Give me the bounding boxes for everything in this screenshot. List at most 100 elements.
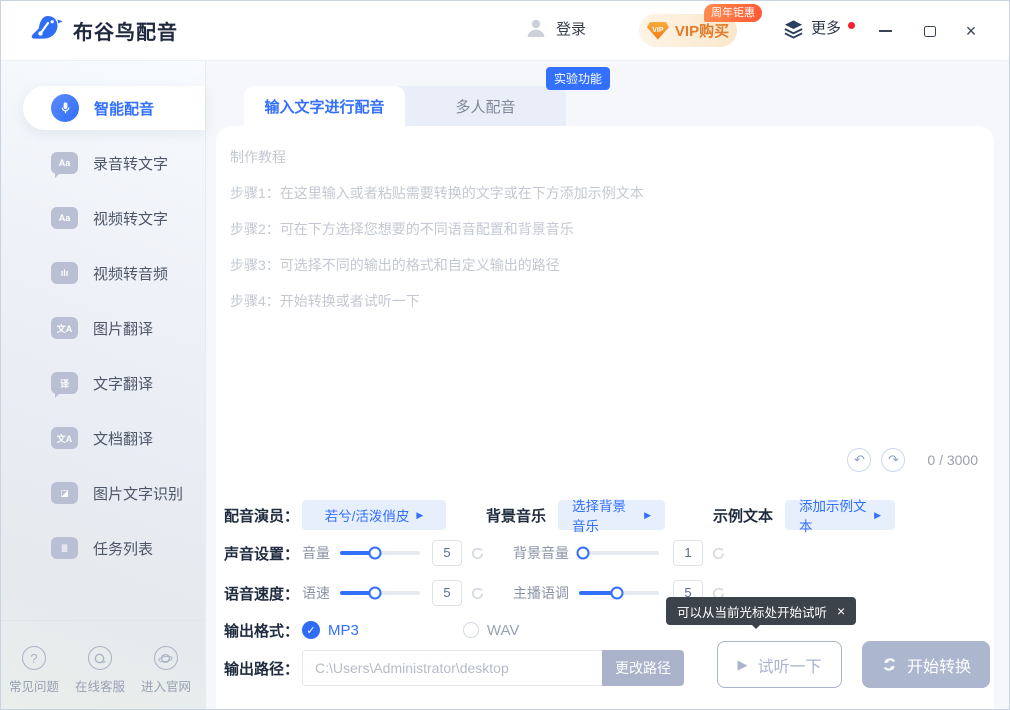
sidebar: 智能配音 Aa 录音转文字 Aa 视频转文字 ılı 视频转音频 文A 图片翻译… <box>1 61 206 709</box>
vip-gem-icon: VIP <box>647 22 669 40</box>
tab-bar: 输入文字进行配音 多人配音 <box>244 86 566 126</box>
question-icon: ? <box>22 646 46 670</box>
sidebar-item-image-translate[interactable]: 文A 图片翻译 <box>23 306 205 350</box>
video-to-audio-icon: ılı <box>51 262 78 284</box>
close-button[interactable]: × <box>959 19 983 43</box>
slider-handle[interactable] <box>369 587 382 600</box>
login-label: 登录 <box>556 18 586 39</box>
volume-label: 音量 <box>302 543 330 563</box>
slider-handle[interactable] <box>369 547 382 560</box>
tooltip-close-icon[interactable]: × <box>837 603 845 619</box>
experimental-feature-badge: 实验功能 <box>546 67 610 90</box>
faq-link[interactable]: ? 常见问题 <box>9 646 59 695</box>
output-format-row: 输出格式： ✓ MP3 WAV <box>224 620 519 640</box>
placeholder-title: 制作教程 <box>230 149 978 165</box>
customer-service-label: 在线客服 <box>75 676 125 695</box>
rate-label: 语速 <box>302 583 330 603</box>
tone-slider[interactable] <box>579 591 659 595</box>
volume-slider[interactable] <box>340 551 420 555</box>
bg-volume-slider[interactable] <box>579 551 659 555</box>
voice-actor-value: 若兮/活泼俏皮 <box>325 505 410 525</box>
bg-volume-value[interactable]: 1 <box>673 540 703 566</box>
maximize-icon <box>924 26 936 37</box>
output-path-input[interactable] <box>302 650 602 686</box>
customer-service-link[interactable]: 在线客服 <box>75 646 125 695</box>
app-title: 布谷鸟配音 <box>73 16 178 45</box>
more-menu-button[interactable]: 更多 <box>783 18 855 40</box>
volume-value[interactable]: 5 <box>432 540 462 566</box>
task-list-icon: ≣ <box>51 537 78 559</box>
login-button[interactable]: 登录 <box>525 17 586 39</box>
app-window: 布谷鸟配音 登录 VIP VIP购买 周年钜惠 更多 × <box>0 0 1010 710</box>
rate-reset-icon[interactable] <box>470 586 485 601</box>
radio-checked-icon: ✓ <box>302 621 320 639</box>
headset-icon <box>88 646 112 670</box>
sidebar-item-ocr[interactable]: ◪ 图片文字识别 <box>23 471 205 515</box>
undo-button[interactable]: ↶ <box>847 448 871 472</box>
sidebar-item-doc-translate[interactable]: 文A 文档翻译 <box>23 416 205 460</box>
bg-volume-reset-icon[interactable] <box>711 546 726 561</box>
top-bar: 布谷鸟配音 登录 VIP VIP购买 周年钜惠 更多 × <box>1 1 1009 61</box>
minimize-icon <box>879 30 892 32</box>
slider-handle[interactable] <box>577 547 590 560</box>
convert-label: 开始转换 <box>907 653 971 677</box>
format-option-mp3[interactable]: ✓ MP3 <box>302 621 359 639</box>
sidebar-item-video-to-text[interactable]: Aa 视频转文字 <box>23 196 205 240</box>
volume-reset-icon[interactable] <box>470 546 485 561</box>
sidebar-item-video-to-audio[interactable]: ılı 视频转音频 <box>23 251 205 295</box>
wav-label: WAV <box>487 622 520 639</box>
placeholder-step: 步骤2：可在下方选择您想要的不同语音配置和背景音乐 <box>230 221 978 237</box>
caret-right-icon: ▶ <box>874 510 881 521</box>
sidebar-item-label: 视频转文字 <box>93 208 168 229</box>
anniversary-badge: 周年钜惠 <box>704 4 762 22</box>
maximize-button[interactable] <box>918 19 942 43</box>
sidebar-item-label: 图片文字识别 <box>93 483 183 504</box>
faq-label: 常见问题 <box>9 676 59 695</box>
play-icon: ▶ <box>737 657 747 673</box>
preview-hint-tooltip: 可以从当前光标处开始试听 × <box>666 597 856 625</box>
preview-button[interactable]: ▶ 试听一下 <box>717 641 842 688</box>
official-site-label: 进入官网 <box>141 676 191 695</box>
change-path-button[interactable]: 更改路径 <box>602 650 684 686</box>
rate-value[interactable]: 5 <box>432 580 462 606</box>
sidebar-item-audio-to-text[interactable]: Aa 录音转文字 <box>23 141 205 185</box>
sidebar-item-smart-dubbing[interactable]: 智能配音 <box>23 86 205 130</box>
redo-icon: ↷ <box>888 452 899 468</box>
sidebar-item-text-translate[interactable]: 译 文字翻译 <box>23 361 205 405</box>
notification-dot <box>848 22 855 29</box>
sidebar-item-label: 文档翻译 <box>93 428 153 449</box>
avatar-icon <box>525 17 547 39</box>
main-area: 输入文字进行配音 多人配音 实验功能 制作教程 步骤1：在这里输入或者粘贴需要转… <box>206 61 1009 709</box>
tooltip-text: 可以从当前光标处开始试听 <box>677 602 827 621</box>
microphone-icon <box>51 94 79 122</box>
tab-text-dubbing[interactable]: 输入文字进行配音 <box>244 86 405 126</box>
tab-multi-voice[interactable]: 多人配音 <box>405 86 566 126</box>
sidebar-item-label: 任务列表 <box>93 538 153 559</box>
sound-settings-label: 声音设置： <box>224 543 302 564</box>
redo-button[interactable]: ↷ <box>881 448 905 472</box>
sidebar-item-label: 文字翻译 <box>93 373 153 394</box>
slider-handle[interactable] <box>610 587 623 600</box>
sound-settings-row: 声音设置： 音量 5 背景音量 1 <box>224 540 726 566</box>
official-site-link[interactable]: 进入官网 <box>141 646 191 695</box>
voice-actor-picker[interactable]: 若兮/活泼俏皮 ▶ <box>302 500 446 530</box>
caret-right-icon: ▶ <box>644 510 651 521</box>
output-path-label: 输出路径： <box>224 658 302 679</box>
rate-slider[interactable] <box>340 591 420 595</box>
radio-unchecked-icon <box>463 622 479 638</box>
start-convert-button[interactable]: 开始转换 <box>862 641 990 688</box>
sidebar-footer: ? 常见问题 在线客服 进入官网 <box>1 646 199 695</box>
output-format-label: 输出格式： <box>224 620 302 641</box>
convert-icon <box>881 656 898 673</box>
format-option-wav[interactable]: WAV <box>463 622 520 639</box>
sidebar-item-task-list[interactable]: ≣ 任务列表 <box>23 526 205 570</box>
mp3-label: MP3 <box>328 622 359 639</box>
bgm-picker[interactable]: 选择背景音乐 ▶ <box>558 500 665 530</box>
undo-icon: ↶ <box>854 452 865 468</box>
sample-text-picker[interactable]: 添加示例文本 ▶ <box>785 500 895 530</box>
text-input-area[interactable]: 制作教程 步骤1：在这里输入或者粘贴需要转换的文字或在下方添加示例文本 步骤2：… <box>216 126 994 476</box>
text-translate-icon: 译 <box>51 372 78 394</box>
speech-speed-row: 语音速度： 语速 5 主播语调 5 <box>224 580 726 606</box>
sidebar-item-label: 智能配音 <box>94 98 154 119</box>
minimize-button[interactable] <box>873 19 897 43</box>
